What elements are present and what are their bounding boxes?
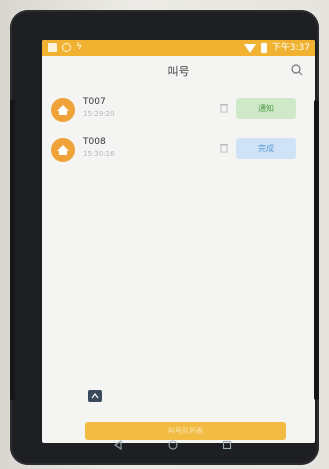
status-right-icons: 下午3:37: [243, 42, 310, 54]
home-icon[interactable]: [168, 440, 178, 450]
item-time: 15:30:16: [83, 150, 115, 158]
device-nav-bar: [10, 433, 319, 457]
back-icon[interactable]: [113, 440, 123, 450]
scroll-up-button[interactable]: [88, 390, 102, 402]
avatar: [51, 98, 75, 122]
trash-icon[interactable]: [220, 103, 228, 113]
notify-button[interactable]: 通知: [236, 98, 296, 119]
title-bar: 叫号: [42, 56, 315, 86]
home-shape-icon: [57, 145, 69, 155]
status-time: 下午3:37: [271, 43, 310, 53]
trash-icon[interactable]: [220, 143, 228, 153]
chevron-up-icon: [91, 393, 99, 399]
item-code: T008: [83, 137, 106, 147]
home-shape-icon: [57, 105, 69, 115]
bolt-icon: ϟ: [76, 42, 82, 52]
wifi-icon: [243, 43, 256, 53]
recent-apps-icon[interactable]: [222, 440, 232, 450]
page-title: 叫号: [167, 65, 190, 78]
device-frame: ϟ 下午3:37 叫号 T007 15:29:20 通知 T008 15:30:…: [10, 10, 319, 465]
done-button[interactable]: 完成: [236, 138, 296, 159]
circle-icon: [62, 43, 71, 52]
screen: ϟ 下午3:37 叫号 T007 15:29:20 通知 T008 15:30:…: [42, 40, 315, 443]
app-square-icon: [48, 43, 57, 52]
avatar: [51, 138, 75, 162]
list-item[interactable]: T007 15:29:20 通知: [42, 95, 315, 127]
item-time: 15:29:20: [83, 110, 115, 118]
list-item[interactable]: T008 15:30:16 完成: [42, 135, 315, 167]
battery-icon: [260, 43, 267, 53]
status-bar: ϟ 下午3:37: [42, 40, 315, 56]
search-icon[interactable]: [291, 64, 303, 76]
item-code: T007: [83, 97, 106, 107]
status-left-icons: ϟ: [48, 43, 82, 52]
